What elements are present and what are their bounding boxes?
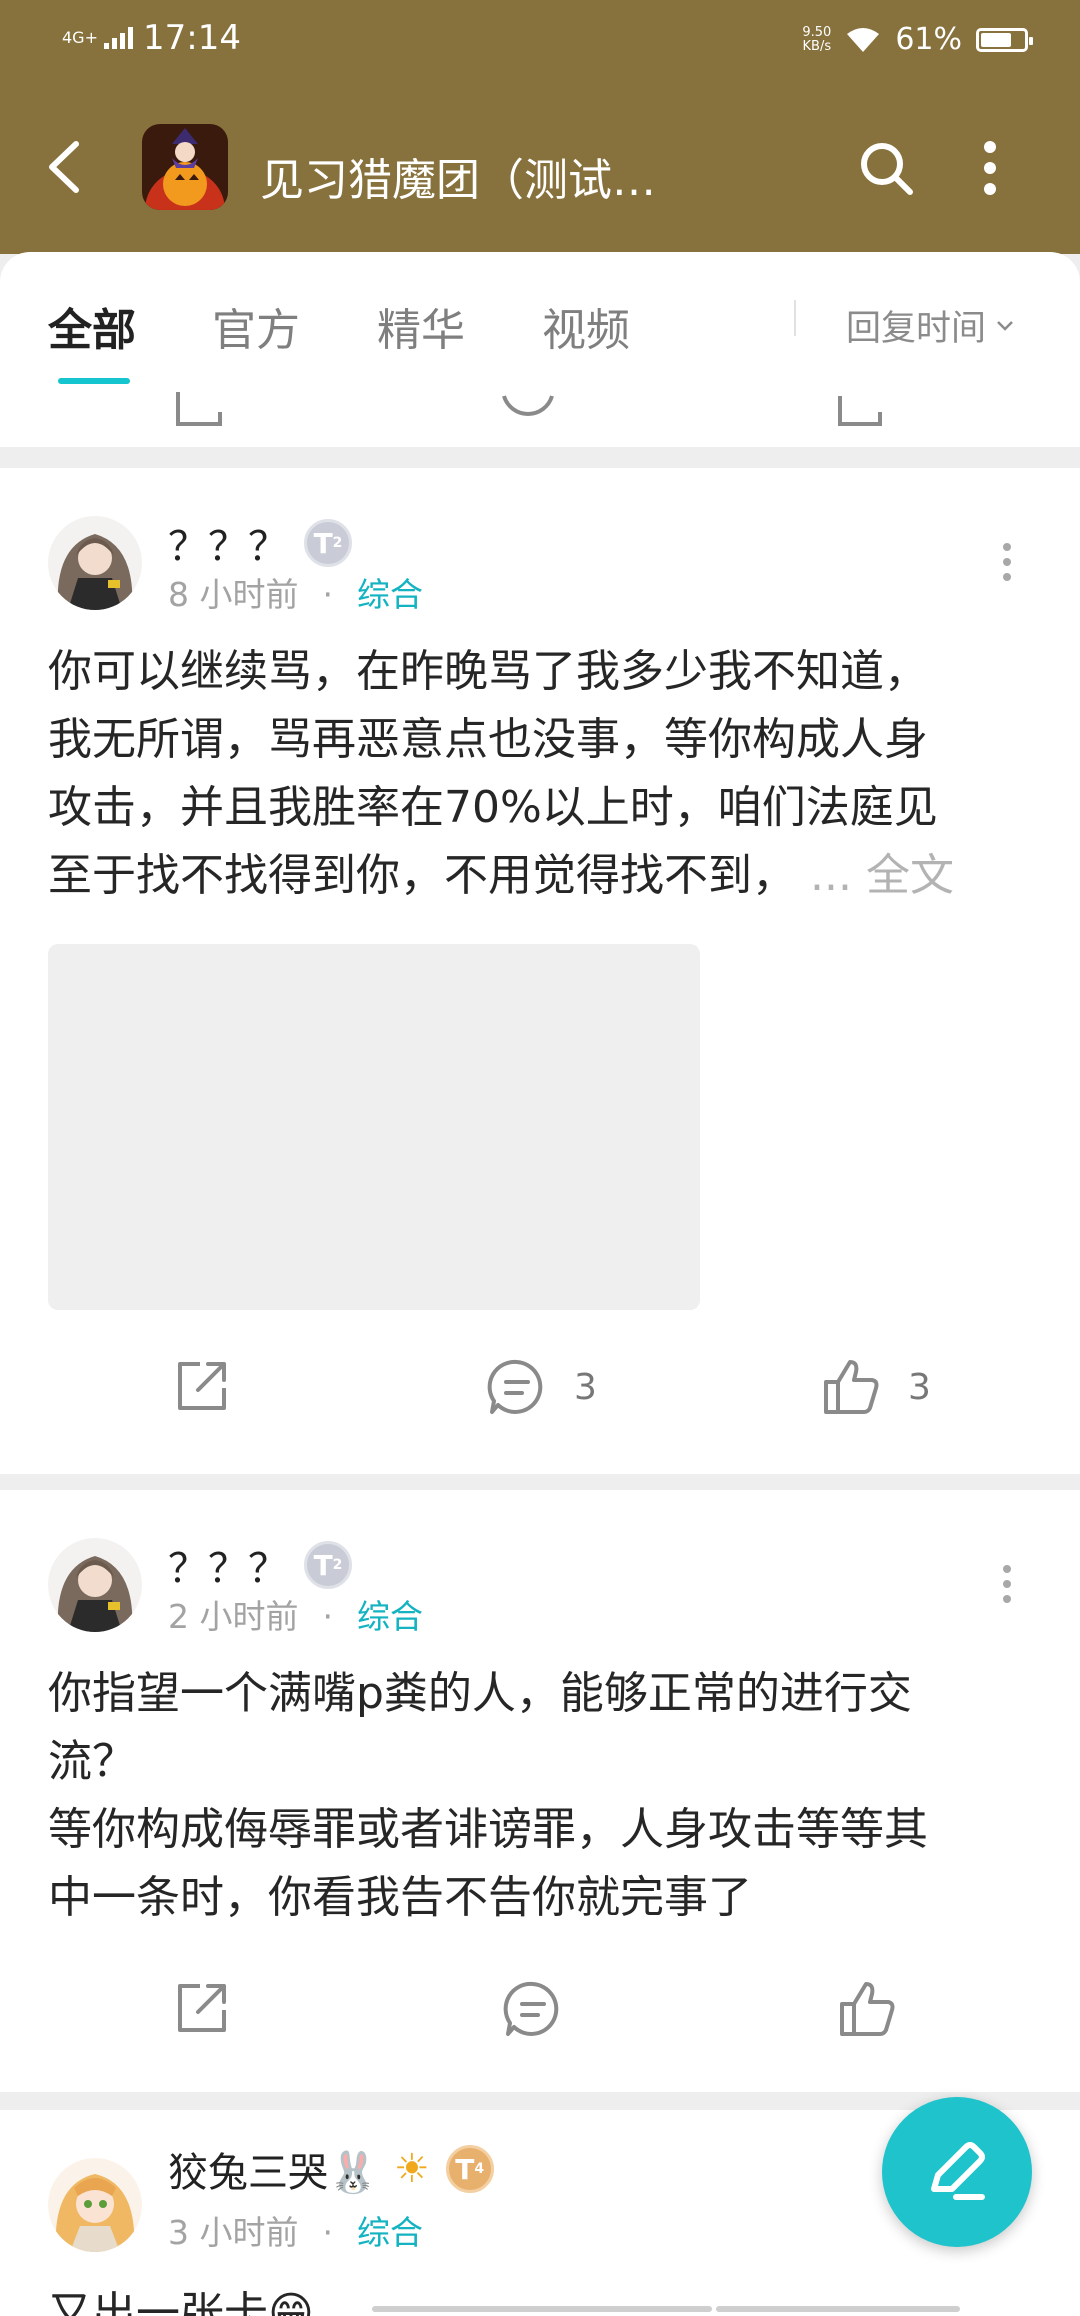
separator: ·	[322, 2213, 334, 2252]
scroll-indicator	[716, 2306, 960, 2312]
game-icon[interactable]	[142, 124, 228, 210]
like-button[interactable]: 3	[820, 1356, 931, 1418]
network-type: 4G+	[62, 28, 98, 47]
search-icon[interactable]	[856, 138, 916, 198]
previous-post-actions	[0, 392, 1080, 447]
username[interactable]: ？？？ T2	[168, 514, 352, 572]
new-post-button[interactable]	[882, 2097, 1032, 2247]
post-meta: 2 小时前 · 综合	[168, 1590, 423, 1638]
post-more-icon[interactable]	[1000, 542, 1014, 582]
sun-sticker-icon: ☀	[393, 2146, 430, 2192]
post-line: 至于找不找得到你，不用觉得找不到，	[48, 850, 796, 901]
chevron-down-icon	[997, 320, 1013, 331]
post-image[interactable]	[48, 944, 700, 1310]
tab-all[interactable]: 全部	[48, 294, 136, 358]
post-body[interactable]: 你指望一个满嘴p粪的人，能够正常的进行交 流？ 等你构成侮辱罪或者诽谤罪，人身攻…	[48, 1660, 1038, 1932]
username-text: ？？？	[168, 524, 288, 570]
scroll-indicator	[372, 2306, 712, 2312]
post-meta: 8 小时前 · 综合	[168, 568, 423, 616]
like-count: 3	[908, 1366, 931, 1408]
post-line: 等你构成侮辱罪或者诽谤罪，人身攻击等等其	[48, 1804, 928, 1855]
post-line: 我无所谓，骂再恶意点也没事，等你构成人身	[48, 714, 928, 765]
post-time: 2 小时前	[168, 1597, 299, 1636]
post-line: 你指望一个满嘴p粪的人，能够正常的进行交	[48, 1668, 912, 1719]
app-bar: 见习猎魔团（测试…	[0, 82, 1080, 254]
level-badge: T2	[304, 1541, 352, 1589]
sort-label: 回复时间	[846, 309, 987, 349]
post-category[interactable]: 综合	[357, 575, 423, 614]
network-speed: 9.50 KB/s	[802, 24, 832, 54]
post-time: 3 小时前	[168, 2213, 299, 2252]
battery-icon	[976, 27, 1033, 52]
tab-bar: 全部 官方 精华 视频 回复时间	[0, 252, 1080, 392]
comment-button[interactable]: 3	[486, 1356, 597, 1418]
post-line: 流？	[48, 1736, 136, 1787]
back-icon[interactable]	[44, 140, 84, 194]
username-text: 狡兔三哭🐰	[168, 2150, 378, 2196]
status-bar: 4G+ 17:14 9.50 KB/s 61%	[0, 0, 1080, 82]
level-badge: T4	[445, 2145, 494, 2193]
read-full-link[interactable]: ... 全文	[810, 850, 954, 901]
post-meta: 3 小时前 · 综合	[168, 2206, 423, 2254]
avatar[interactable]	[48, 516, 142, 610]
post-body[interactable]: 你可以继续骂，在昨晚骂了我多少我不知道， 我无所谓，骂再恶意点也没事，等你构成人…	[48, 638, 1038, 910]
like-icon[interactable]	[836, 392, 896, 432]
post-card[interactable]: ？？？ T2 2 小时前 · 综合 你指望一个满嘴p粪的人，能够正常的进行交 流？ …	[0, 1490, 1080, 2092]
comment-count: 3	[574, 1366, 597, 1408]
tab-indicator	[58, 378, 130, 384]
avatar[interactable]	[48, 1538, 142, 1632]
separator: ·	[322, 575, 334, 614]
page-title: 见习猎魔团（测试…	[260, 155, 656, 206]
clock: 17:14	[142, 18, 241, 58]
comment-icon	[503, 1981, 559, 2036]
sort-dropdown[interactable]: 回复时间	[846, 300, 1014, 351]
share-icon	[178, 1984, 226, 2032]
share-button[interactable]	[172, 1978, 232, 2038]
signal-icon	[103, 27, 133, 49]
comment-button[interactable]	[502, 1978, 564, 2040]
thumbs-up-icon	[840, 1982, 895, 2036]
comment-icon[interactable]	[498, 392, 558, 432]
post-time: 8 小时前	[168, 575, 299, 614]
thumbs-up-icon	[824, 1360, 879, 1414]
post-line: 攻击，并且我胜率在70%以上时，咱们法庭见	[48, 782, 938, 833]
post-more-icon[interactable]	[1000, 1564, 1014, 1604]
post-category[interactable]: 综合	[357, 2213, 423, 2252]
username[interactable]: 狡兔三哭🐰 ☀ T4	[168, 2140, 494, 2198]
wifi-icon	[847, 27, 880, 52]
avatar[interactable]	[48, 2158, 142, 2252]
share-button[interactable]	[172, 1356, 232, 1416]
level-badge: T2	[304, 519, 352, 567]
like-button[interactable]	[836, 1978, 898, 2040]
share-icon	[178, 1362, 226, 1410]
username-text: ？？？	[168, 1546, 288, 1592]
more-options-icon[interactable]	[980, 140, 1000, 196]
post-card[interactable]: ？？？ T2 8 小时前 · 综合 你可以继续骂，在昨晚骂了我多少我不知道， 我无所…	[0, 468, 1080, 1474]
tab-video[interactable]: 视频	[542, 294, 630, 358]
divider	[794, 300, 796, 336]
share-icon[interactable]	[172, 392, 232, 432]
comment-icon	[487, 1359, 543, 1414]
tab-featured[interactable]: 精华	[377, 294, 465, 358]
post-category[interactable]: 综合	[357, 1597, 423, 1636]
tab-official[interactable]: 官方	[212, 294, 300, 358]
separator: ·	[322, 1597, 334, 1636]
post-line: 中一条时，你看我告不告你就完事了	[48, 1872, 752, 1923]
battery-percent: 61%	[895, 22, 962, 57]
username[interactable]: ？？？ T2	[168, 1536, 352, 1594]
pen-icon	[931, 2142, 985, 2200]
post-line: 你可以继续骂，在昨晚骂了我多少我不知道，	[48, 646, 928, 697]
